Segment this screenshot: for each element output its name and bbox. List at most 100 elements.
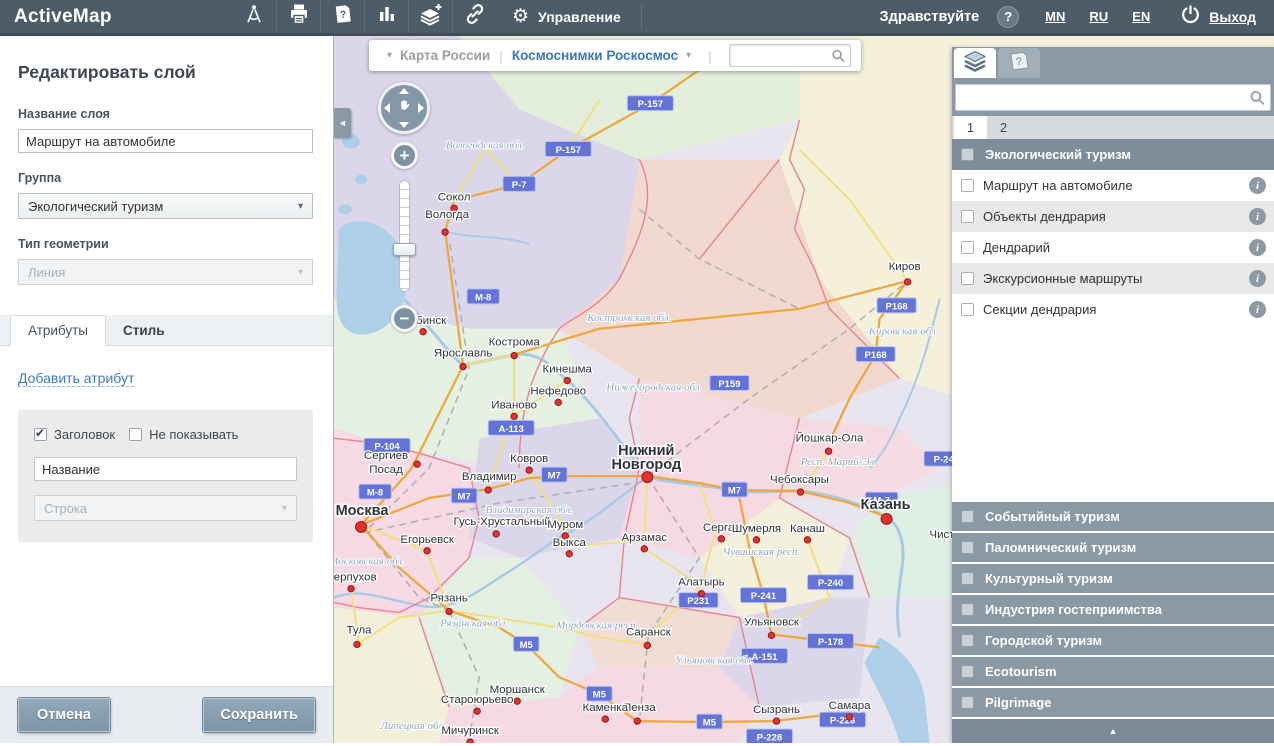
pan-right-icon[interactable] xyxy=(418,103,424,113)
layer-items: Маршрут на автомобилеiОбъекты дендрарияi… xyxy=(952,170,1274,325)
scroll-up-icon: ▲ xyxy=(1109,726,1118,736)
layer-item[interactable]: Маршрут на автомобилеi xyxy=(952,170,1274,201)
layer-item[interactable]: Экскурсионные маршрутыi xyxy=(952,263,1274,294)
title-checkbox[interactable] xyxy=(34,428,47,441)
base-layer-button[interactable]: Карта России xyxy=(400,48,490,63)
svg-text:А-151: А-151 xyxy=(752,652,778,663)
logout-button[interactable]: Выход xyxy=(1180,4,1256,30)
layer-checkbox[interactable] xyxy=(961,210,974,223)
group-label: Событийный туризм xyxy=(985,509,1120,524)
zoom-slider-handle[interactable] xyxy=(393,243,416,256)
layer-group[interactable]: Городской туризм xyxy=(952,624,1274,655)
layer-checkbox[interactable] xyxy=(961,303,974,316)
tab-legend-help[interactable]: ? xyxy=(998,48,1040,78)
svg-text:Р-240: Р-240 xyxy=(818,578,843,589)
map-search xyxy=(729,44,851,67)
hide-checkbox-item[interactable]: Не показывать xyxy=(129,427,238,442)
lang-ru[interactable]: RU xyxy=(1089,9,1108,24)
save-button[interactable]: Сохранить xyxy=(203,698,315,732)
zoom-out-button[interactable]: − xyxy=(391,305,418,332)
svg-text:Р-157: Р-157 xyxy=(556,145,581,156)
layer-item-label: Объекты дендрария xyxy=(983,209,1249,224)
tab-style[interactable]: Стиль xyxy=(106,316,182,345)
measure-tool-button[interactable] xyxy=(232,0,276,33)
cancel-button[interactable]: Отмена xyxy=(18,698,110,732)
group-label: Паломнический туризм xyxy=(985,540,1136,555)
svg-text:Р-241: Р-241 xyxy=(751,591,776,602)
svg-text:Тула: Тула xyxy=(347,624,373,636)
collapse-panel-button[interactable]: ◄ xyxy=(334,108,351,138)
share-link-button[interactable] xyxy=(452,0,496,33)
group-checkbox[interactable] xyxy=(961,603,974,616)
geometry-type-value: Линия xyxy=(28,265,65,280)
group-checkbox[interactable] xyxy=(961,665,974,678)
compass-icon xyxy=(243,2,265,31)
chevron-down-icon[interactable]: ▾ xyxy=(387,50,392,61)
gear-icon: ⚙ xyxy=(512,7,529,26)
lang-en[interactable]: EN xyxy=(1132,9,1150,24)
active-layer-button[interactable]: Космоснимки Роскосмос xyxy=(512,48,678,63)
layer-item[interactable]: Секции дендрарияi xyxy=(952,294,1274,325)
svg-text:М7: М7 xyxy=(548,471,561,482)
layer-group[interactable]: Событийный туризм xyxy=(952,500,1274,531)
tab-layers[interactable] xyxy=(954,48,996,78)
legend-help-icon: ? xyxy=(1006,50,1032,77)
attribute-name-input[interactable] xyxy=(34,457,297,481)
layer-group-expanded[interactable]: Экологический туризм xyxy=(952,139,1274,170)
layer-group[interactable]: Ecotourism xyxy=(952,655,1274,686)
page-2-button[interactable]: 2 xyxy=(987,116,1020,139)
svg-text:Рязанская обл.: Рязанская обл. xyxy=(439,618,508,630)
help-badge[interactable]: ? xyxy=(997,6,1019,28)
add-layer-button[interactable] xyxy=(408,0,452,33)
chevron-down-icon[interactable]: ▾ xyxy=(686,50,691,61)
hide-checkbox[interactable] xyxy=(129,428,142,441)
layer-item[interactable]: Дендрарийi xyxy=(952,232,1274,263)
layers-search-input[interactable] xyxy=(955,84,1271,111)
layer-group[interactable]: Индустрия гостеприимства xyxy=(952,593,1274,624)
pan-down-icon[interactable] xyxy=(399,122,409,128)
zoom-in-button[interactable]: + xyxy=(391,142,418,169)
group-checkbox[interactable] xyxy=(961,510,974,523)
info-icon[interactable]: i xyxy=(1249,301,1266,318)
tab-attributes[interactable]: Атрибуты xyxy=(10,315,106,346)
panel-footer: Отмена Сохранить xyxy=(0,686,333,743)
add-attribute-link[interactable]: Добавить атрибут xyxy=(18,370,134,387)
info-icon[interactable]: i xyxy=(1249,177,1266,194)
info-icon[interactable]: i xyxy=(1249,208,1266,225)
pan-control[interactable] xyxy=(378,82,430,134)
zoom-slider[interactable] xyxy=(399,180,410,292)
group-checkbox[interactable] xyxy=(961,634,974,647)
layer-checkbox[interactable] xyxy=(961,179,974,192)
reference-button[interactable]: ? xyxy=(320,0,364,33)
pan-left-icon[interactable] xyxy=(384,103,390,113)
group-checkbox[interactable] xyxy=(961,696,974,709)
group-checkbox[interactable] xyxy=(961,541,974,554)
layer-checkbox[interactable] xyxy=(961,272,974,285)
panel-scroll-up[interactable]: ▲ xyxy=(952,717,1274,743)
title-checkbox-item[interactable]: Заголовок xyxy=(34,427,115,442)
svg-text:Канаш: Канаш xyxy=(790,523,825,535)
print-button[interactable] xyxy=(276,0,320,33)
layer-group[interactable]: Pilgrimage xyxy=(952,686,1274,717)
layer-item[interactable]: Объекты дендрарияi xyxy=(952,201,1274,232)
layer-checkbox[interactable] xyxy=(961,241,974,254)
info-icon[interactable]: i xyxy=(1249,270,1266,287)
layer-group[interactable]: Культурный туризм xyxy=(952,562,1274,593)
svg-text:Ульяновск: Ульяновск xyxy=(744,617,800,629)
page-1-button[interactable]: 1 xyxy=(954,116,987,139)
info-icon[interactable]: i xyxy=(1249,239,1266,256)
layer-item-label: Маршрут на автомобиле xyxy=(983,178,1249,193)
lang-mn[interactable]: MN xyxy=(1045,9,1065,24)
charts-button[interactable] xyxy=(364,0,408,33)
group-checkbox[interactable] xyxy=(961,572,974,585)
layers-search xyxy=(955,84,1271,111)
layer-group[interactable]: Паломнический туризм xyxy=(952,531,1274,562)
bar-chart-icon xyxy=(376,3,398,30)
layer-name-input[interactable] xyxy=(18,129,313,153)
group-checkbox[interactable] xyxy=(961,148,974,161)
management-button[interactable]: ⚙ Управление xyxy=(512,7,621,26)
group-select[interactable]: Экологический туризм ▾ xyxy=(18,193,313,219)
pan-up-icon[interactable] xyxy=(399,88,409,94)
app-header: ActiveMap ? xyxy=(0,0,1274,36)
svg-text:Р231: Р231 xyxy=(687,596,709,607)
